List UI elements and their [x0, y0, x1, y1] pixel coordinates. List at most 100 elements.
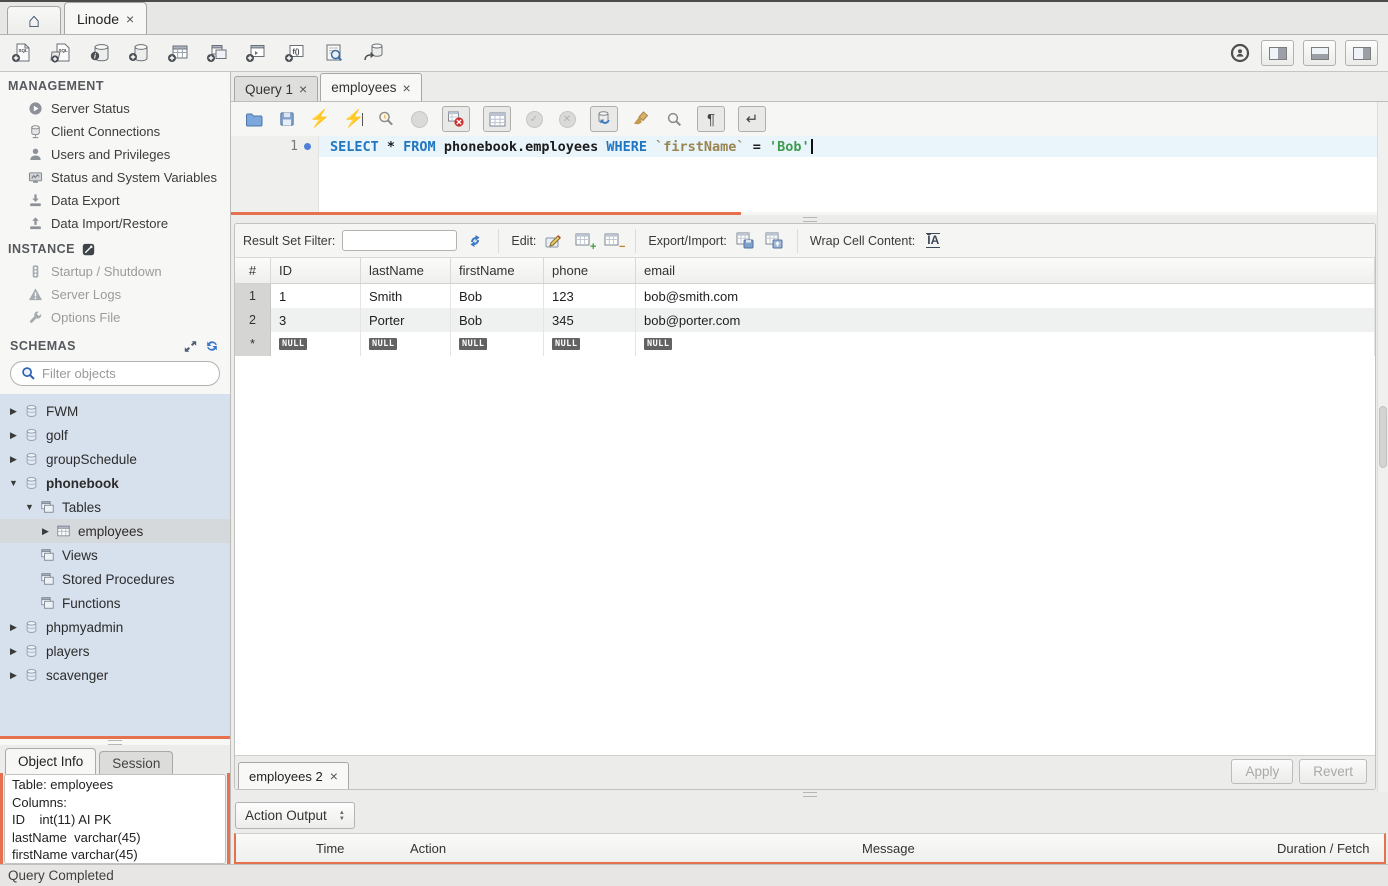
table-row[interactable]: 23PorterBob345bob@porter.com	[235, 308, 1375, 332]
sidebar-item-server-status[interactable]: Server Status	[0, 97, 230, 120]
create-table-icon[interactable]	[166, 42, 190, 64]
toggle-sidebar-button[interactable]	[1261, 40, 1294, 66]
data-cell[interactable]: 345	[544, 308, 636, 332]
tree-item-employees[interactable]: ▶employees	[0, 519, 230, 543]
reconnect-dbms-icon[interactable]	[361, 42, 385, 64]
close-icon[interactable]: ×	[403, 81, 411, 95]
data-cell[interactable]: bob@porter.com	[636, 308, 1375, 332]
tab-employees-2[interactable]: employees 2 ×	[238, 762, 349, 789]
tree-item-functions[interactable]: Functions	[0, 591, 230, 615]
sidebar-item-status-system-variables[interactable]: Status and System Variables	[0, 166, 230, 189]
row-number-cell[interactable]: 1	[235, 284, 271, 308]
result-output-splitter-grip[interactable]	[231, 790, 1388, 798]
expander-icon[interactable]: ▼	[24, 502, 35, 512]
beautify-script-icon[interactable]	[631, 109, 651, 129]
create-view-icon[interactable]	[205, 42, 229, 64]
row-number-cell[interactable]: 2	[235, 308, 271, 332]
table-row[interactable]: 11SmithBob123bob@smith.com	[235, 284, 1375, 308]
data-cell[interactable]: NULL	[451, 332, 544, 356]
tree-item-scavenger[interactable]: ▶scavenger	[0, 663, 230, 687]
tree-item-stored-procedures[interactable]: Stored Procedures	[0, 567, 230, 591]
column-header-firstname[interactable]: firstName	[451, 258, 544, 283]
edit-record-icon[interactable]	[543, 231, 565, 251]
column-header-id[interactable]: ID	[271, 258, 361, 283]
explain-query-icon[interactable]	[376, 109, 396, 129]
limit-rows-icon[interactable]	[483, 106, 511, 132]
close-icon[interactable]: ×	[126, 12, 134, 26]
tree-item-fwm[interactable]: ▶FWM	[0, 399, 230, 423]
tree-item-players[interactable]: ▶players	[0, 639, 230, 663]
save-icon[interactable]	[277, 109, 297, 129]
data-cell[interactable]: 3	[271, 308, 361, 332]
column-header-action[interactable]: Action	[402, 834, 854, 862]
apply-button[interactable]: Apply	[1231, 759, 1293, 784]
tree-item-views[interactable]: Views	[0, 543, 230, 567]
sidebar-item-client-connections[interactable]: Client Connections	[0, 120, 230, 143]
tree-item-golf[interactable]: ▶golf	[0, 423, 230, 447]
export-recordset-icon[interactable]	[734, 231, 756, 251]
expander-icon[interactable]: ▶	[8, 430, 19, 441]
toggle-output-area-button[interactable]	[1303, 40, 1336, 66]
main-vertical-scrollbar[interactable]	[1377, 102, 1388, 792]
sidebar-item-startup-shutdown[interactable]: Startup / Shutdown	[0, 260, 230, 283]
tab-session[interactable]: Session	[99, 751, 173, 774]
create-function-icon[interactable]: f()	[283, 42, 307, 64]
tree-item-phpmyadmin[interactable]: ▶phpmyadmin	[0, 615, 230, 639]
tab-employees[interactable]: employees ×	[320, 73, 421, 101]
schema-filter-input[interactable]	[42, 366, 218, 381]
output-selector[interactable]: Action Output ▲▼	[235, 802, 355, 829]
data-cell[interactable]: NULL	[636, 332, 1375, 356]
tree-item-groupschedule[interactable]: ▶groupSchedule	[0, 447, 230, 471]
result-set-filter-input[interactable]	[342, 230, 457, 251]
expander-icon[interactable]: ▶	[8, 406, 19, 417]
data-cell[interactable]: Porter	[361, 308, 451, 332]
search-data-icon[interactable]	[322, 42, 346, 64]
toggle-word-wrap-icon[interactable]: ↵	[738, 106, 766, 132]
data-cell[interactable]: 123	[544, 284, 636, 308]
expander-icon[interactable]: ▶	[8, 454, 19, 465]
column-header-time[interactable]: Time	[308, 834, 402, 862]
sidebar-item-data-import[interactable]: Data Import/Restore	[0, 212, 230, 235]
open-file-icon[interactable]	[244, 109, 264, 129]
execute-query-icon[interactable]: ⚡	[310, 109, 330, 129]
sidebar-item-users-privileges[interactable]: Users and Privileges	[0, 143, 230, 166]
sql-code-area[interactable]: 1 SELECT * FROM phonebook.employees WHER…	[231, 136, 1388, 212]
sidebar-item-data-export[interactable]: Data Export	[0, 189, 230, 212]
column-header-email[interactable]: email	[636, 258, 1375, 283]
sidebar-item-options-file[interactable]: Options File	[0, 306, 230, 329]
close-icon[interactable]: ×	[330, 769, 338, 783]
editor-text[interactable]: SELECT * FROM phonebook.employees WHERE …	[319, 136, 1388, 212]
toggle-secondary-sidebar-button[interactable]	[1345, 40, 1378, 66]
import-recordset-icon[interactable]	[763, 231, 785, 251]
new-sql-tab-icon[interactable]: SQL	[10, 42, 34, 64]
open-sql-script-icon[interactable]: SQL	[49, 42, 73, 64]
column-header-rownum[interactable]: #	[235, 258, 271, 283]
data-cell[interactable]: 1	[271, 284, 361, 308]
refresh-results-icon[interactable]	[464, 231, 486, 251]
home-tab[interactable]: ⌂	[7, 6, 61, 34]
expander-icon[interactable]: ▶	[8, 646, 19, 657]
user-alerts-icon[interactable]	[1228, 42, 1252, 64]
insert-row-icon[interactable]: +	[572, 231, 594, 251]
expander-icon[interactable]: ▶	[40, 526, 51, 537]
sidebar-splitter-highlight[interactable]	[0, 736, 230, 739]
data-cell[interactable]: bob@smith.com	[636, 284, 1375, 308]
tree-item-phonebook[interactable]: ▼phonebook	[0, 471, 230, 495]
toggle-stop-on-error-icon[interactable]	[442, 106, 470, 132]
toggle-autocommit-icon[interactable]	[590, 106, 618, 132]
tab-object-info[interactable]: Object Info	[5, 748, 96, 774]
column-header-duration[interactable]: Duration / Fetch	[1269, 834, 1384, 862]
data-cell[interactable]: NULL	[544, 332, 636, 356]
new-row-placeholder[interactable]: *NULLNULLNULLNULLNULL	[235, 332, 1375, 356]
column-header-message[interactable]: Message	[854, 834, 1269, 862]
wrap-cell-content-icon[interactable]: ĪA	[922, 231, 944, 251]
data-cell[interactable]: Bob	[451, 284, 544, 308]
delete-row-icon[interactable]: −	[601, 231, 623, 251]
close-icon[interactable]: ×	[299, 82, 307, 96]
column-header-phone[interactable]: phone	[544, 258, 636, 283]
execute-current-statement-icon[interactable]: ⚡	[343, 109, 363, 129]
create-schema-icon[interactable]	[127, 42, 151, 64]
row-number-cell[interactable]: *	[235, 332, 271, 356]
inspect-database-icon[interactable]: i	[88, 42, 112, 64]
show-invisible-characters-icon[interactable]: ¶	[697, 106, 725, 132]
